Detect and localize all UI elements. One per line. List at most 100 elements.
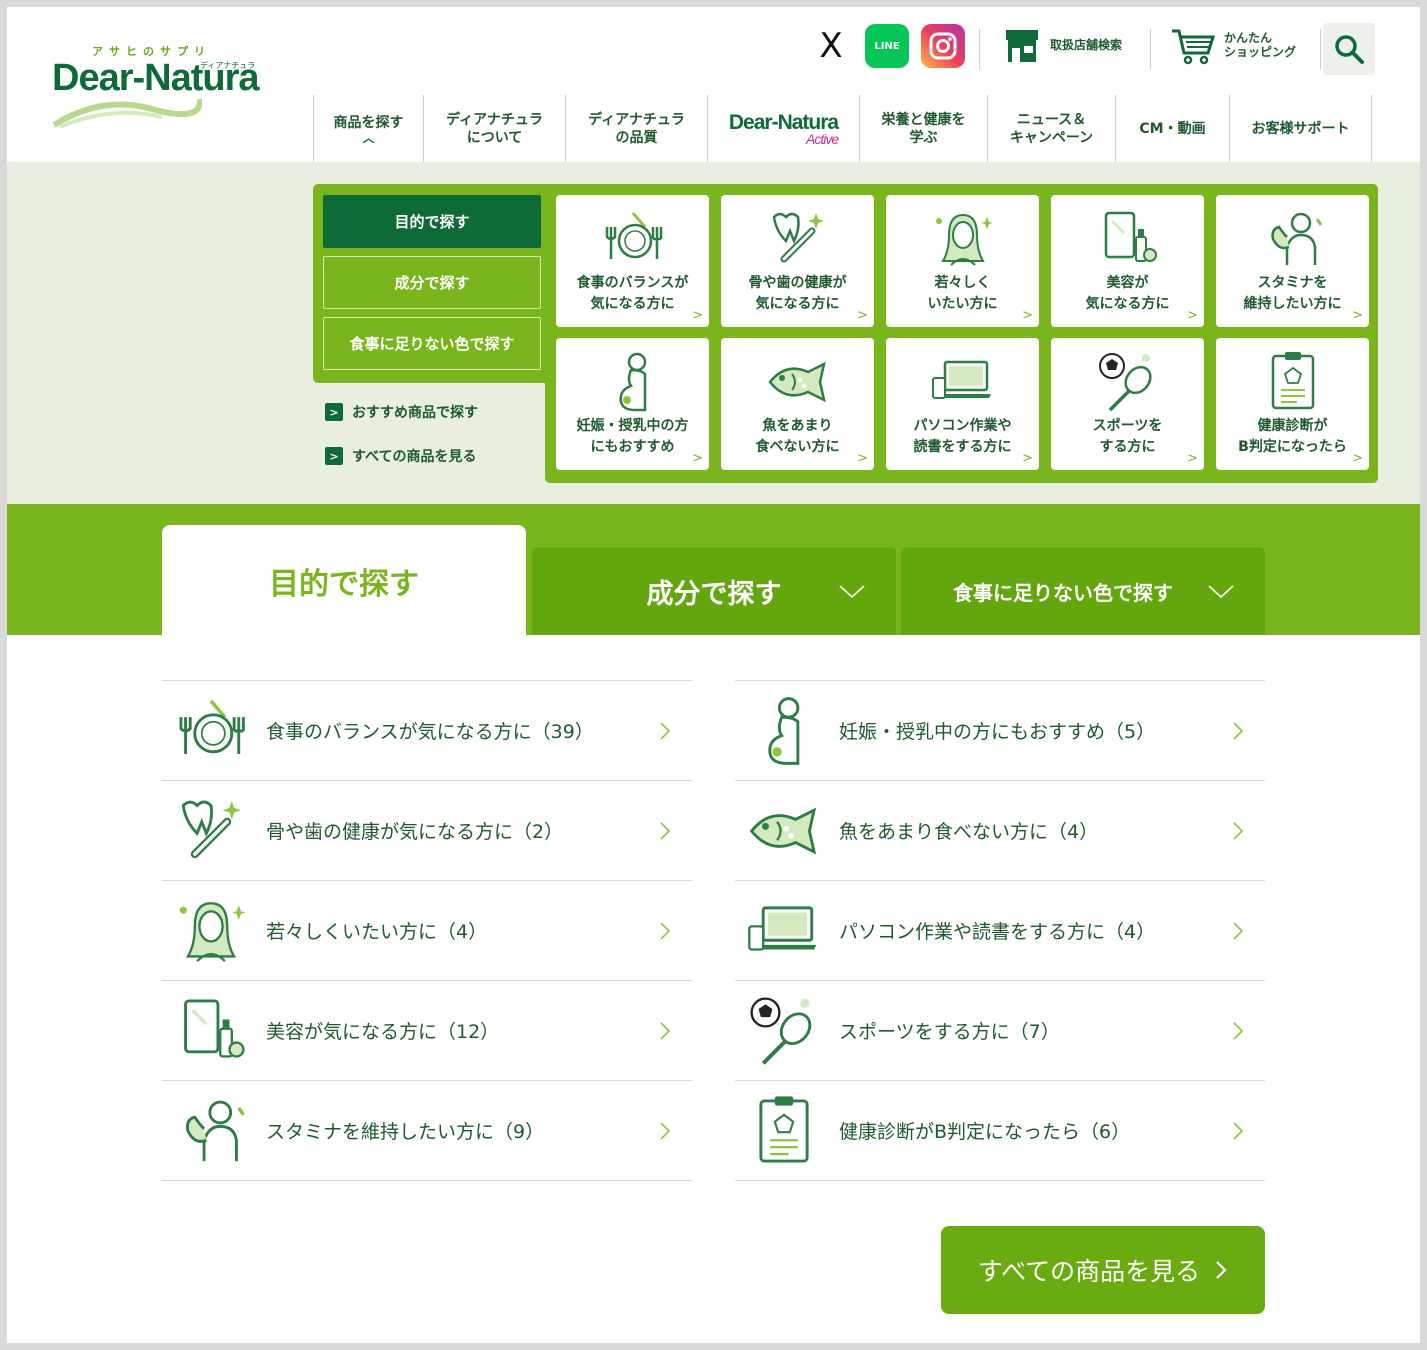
list-item[interactable]: スポーツをする方に（7）: [735, 981, 1265, 1081]
card-label-line1: スタミナを: [1257, 275, 1328, 291]
search-button[interactable]: [1323, 23, 1375, 75]
card-label-line1: スポーツを: [1092, 418, 1163, 434]
instagram-icon[interactable]: [921, 24, 965, 68]
pregnant-woman-icon: [618, 352, 646, 412]
store-icon: [1006, 30, 1038, 62]
chevron-right-icon: >: [1187, 308, 1198, 323]
chevron-right-icon: >: [857, 308, 868, 323]
card-label-line2: B判定になったら: [1238, 439, 1347, 455]
card-label: 妊娠・授乳中の方 にもおすすめ: [577, 416, 689, 458]
mega-ingredient-button[interactable]: 成分で探す: [323, 256, 541, 309]
tab-color[interactable]: 食事に足りない色で探す: [901, 547, 1265, 635]
chevron-right-icon: >: [1352, 308, 1363, 323]
site-logo[interactable]: アサヒのサプリ Dear-Natura ディアナチュラ: [52, 43, 262, 135]
card-icon-wrap: [1096, 207, 1160, 271]
chevron-right-icon: [660, 822, 671, 840]
gnav-item-news[interactable]: ニュース＆ キャンペーン: [988, 95, 1116, 163]
list-item[interactable]: スタミナを維持したい方に（9）: [162, 1081, 692, 1181]
mega-card[interactable]: パソコン作業や 読書をする方に >: [886, 338, 1039, 470]
all-products-link[interactable]: > すべての商品を見る: [325, 446, 478, 466]
chevron-right-icon: [660, 1122, 671, 1140]
mega-card[interactable]: 健康診断が B判定になったら >: [1216, 338, 1369, 470]
list-item[interactable]: 魚をあまり食べない方に（4）: [735, 781, 1265, 881]
chevron-down-icon: [839, 585, 865, 599]
list-item-label: スタミナを維持したい方に（9）: [266, 1121, 545, 1143]
card-label: 骨や歯の健康が 気になる方に: [749, 273, 847, 315]
list-item[interactable]: 若々しくいたい方に（4）: [162, 881, 692, 981]
mega-card[interactable]: 若々しく いたい方に >: [886, 195, 1039, 327]
mega-card[interactable]: スタミナを 維持したい方に >: [1216, 195, 1369, 327]
store-search-label: 取扱店舗検索: [1050, 38, 1123, 53]
mega-card[interactable]: 食事のバランスが 気になる方に >: [556, 195, 709, 327]
gnav-item-learn[interactable]: 栄養と健康を 学ぶ: [860, 95, 988, 163]
chevron-right-icon: >: [1022, 451, 1033, 466]
gnav-item-cm[interactable]: CM・動画: [1116, 95, 1230, 163]
tab-purpose[interactable]: 目的で探す: [162, 525, 526, 637]
list-icon-wrap: [174, 1094, 248, 1168]
shopping-line1: かんたん: [1224, 31, 1273, 46]
mega-purpose-button[interactable]: 目的で探す: [323, 195, 541, 248]
mega-color-button[interactable]: 食事に足りない色で探す: [323, 317, 541, 370]
card-label: スタミナを 維持したい方に: [1244, 273, 1342, 315]
mega-card[interactable]: 骨や歯の健康が 気になる方に >: [721, 195, 874, 327]
card-label-line1: 食事のバランスが: [576, 275, 689, 291]
shopping-link[interactable]: かんたん ショッピング: [1170, 27, 1296, 65]
card-icon-wrap: [766, 207, 830, 271]
chevron-right-icon: >: [1352, 451, 1363, 466]
gnav-item-quality[interactable]: ディアナチュラ の品質: [566, 95, 708, 163]
mega-card[interactable]: スポーツを する方に >: [1051, 338, 1204, 470]
list-item[interactable]: 美容が気になる方に（12）: [162, 981, 692, 1081]
plate-icon: [605, 212, 662, 259]
separator: [1320, 29, 1321, 69]
chevron-right-icon: [1233, 1022, 1244, 1040]
chevron-right-icon: >: [1022, 308, 1033, 323]
tab-ingredient[interactable]: 成分で探す: [532, 547, 896, 635]
fish-icon: [767, 361, 826, 403]
list-item-label: 骨や歯の健康が気になる方に（2）: [266, 821, 564, 843]
list-item[interactable]: 妊娠・授乳中の方にもおすすめ（5）: [735, 681, 1265, 781]
list-item-label: スポーツをする方に（7）: [839, 1021, 1060, 1043]
shopping-line2: ショッピング: [1224, 45, 1297, 59]
social-links: X LINE: [809, 24, 965, 68]
shopping-label: かんたん ショッピング: [1224, 31, 1297, 60]
active-logo: Dear-Natura Active: [729, 112, 839, 146]
line-label: LINE: [874, 40, 900, 52]
card-label-line2: 気になる方に: [590, 296, 675, 312]
card-label: 食事のバランスが 気になる方に: [577, 273, 689, 315]
gnav-item-support[interactable]: お客様サポート: [1230, 95, 1372, 163]
list-item[interactable]: パソコン作業や読書をする方に（4）: [735, 881, 1265, 981]
card-label: スポーツを する方に: [1093, 416, 1163, 458]
list-item[interactable]: 食事のバランスが気になる方に（39）: [162, 681, 692, 781]
chevron-right-icon: [660, 1022, 671, 1040]
gnav-item-about[interactable]: ディアナチュラ について: [424, 95, 566, 163]
chevron-right-icon: [1233, 922, 1244, 940]
chevron-right-icon: [1233, 722, 1244, 740]
card-label-line1: 健康診断が: [1257, 418, 1328, 434]
x-icon[interactable]: X: [809, 24, 853, 68]
list-item[interactable]: 骨や歯の健康が気になる方に（2）: [162, 781, 692, 881]
mega-card[interactable]: 魚をあまり 食べない方に >: [721, 338, 874, 470]
recommended-label: おすすめ商品で探す: [352, 405, 478, 421]
list-item-label: パソコン作業や読書をする方に（4）: [839, 921, 1156, 943]
card-label: 魚をあまり 食べない方に: [756, 416, 840, 458]
list-item[interactable]: 健康診断がB判定になったら（6）: [735, 1081, 1265, 1181]
mega-card[interactable]: 美容が 気になる方に >: [1051, 195, 1204, 327]
mega-links: > おすすめ商品で探す > すべての商品を見る: [325, 402, 478, 490]
list-icon-wrap: [747, 994, 821, 1068]
x-label: X: [819, 26, 843, 66]
chevron-up-icon: ︿: [362, 131, 375, 146]
recommended-link[interactable]: > おすすめ商品で探す: [325, 402, 478, 422]
list-icon-wrap: [747, 894, 821, 968]
gnav-item-active[interactable]: Dear-Natura Active: [708, 95, 860, 163]
clipboard-icon: [759, 1095, 809, 1163]
card-label-line2: 食べない方に: [755, 439, 840, 455]
gnav-item-products[interactable]: 商品を探す ︿: [313, 95, 424, 167]
cart-icon: [1172, 29, 1216, 65]
card-label-line1: 骨や歯の健康が: [748, 275, 847, 291]
young-woman-icon: [935, 213, 993, 266]
mega-card[interactable]: 妊娠・授乳中の方 にもおすすめ >: [556, 338, 709, 470]
line-icon[interactable]: LINE: [865, 24, 909, 68]
store-search-link[interactable]: 取扱店舗検索: [1002, 28, 1122, 64]
all-products-button[interactable]: すべての商品を見る: [941, 1226, 1265, 1314]
sports-icon: [750, 996, 812, 1065]
